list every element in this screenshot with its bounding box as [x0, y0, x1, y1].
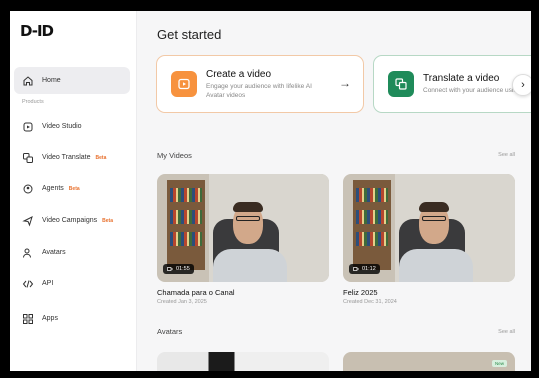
sidebar-item-avatars[interactable]: Avatars [14, 239, 130, 266]
video-title[interactable]: Chamada para o Canal [157, 288, 235, 297]
arrow-right-icon: → [339, 76, 351, 90]
avatar-card[interactable] [157, 352, 329, 371]
card-description: Connect with your audience using their n… [423, 87, 523, 94]
home-icon [23, 75, 33, 85]
beta-badge: Beta [95, 154, 107, 161]
beta-badge: Beta [102, 217, 113, 224]
sidebar-item-api[interactable]: API [14, 270, 130, 297]
video-thumbnail[interactable]: 01:55 [157, 174, 329, 282]
my-videos-heading: My Videos [157, 151, 192, 160]
sidebar-item-label: Agents [42, 185, 64, 192]
agents-icon [23, 184, 33, 193]
beta-badge: Beta [68, 185, 80, 192]
sidebar-section-label: Products [22, 99, 44, 105]
duration-badge: 01:55 [163, 264, 194, 274]
d-id-logo[interactable]: D-ID [20, 22, 54, 44]
sidebar-item-video-studio[interactable]: Video Studio [14, 113, 130, 140]
card-title: Create a video [206, 68, 272, 80]
create-video-icon [171, 71, 197, 97]
video-camera-icon [353, 267, 359, 271]
card-title: Translate a video [423, 73, 500, 84]
main-content: Get started Create a video Engage your a… [137, 11, 531, 371]
sidebar: D-ID Home Products Video Studio Video Tr… [10, 11, 137, 371]
my-videos-see-all-link[interactable]: See all [498, 152, 515, 158]
carousel-next-button[interactable]: › [512, 74, 531, 96]
video-thumbnail[interactable]: 01:12 [343, 174, 515, 282]
sidebar-item-label: Apps [42, 315, 58, 322]
app-window: D-ID Home Products Video Studio Video Tr… [10, 11, 531, 371]
create-video-card[interactable]: Create a video Engage your audience with… [156, 55, 364, 113]
campaigns-icon [22, 215, 33, 226]
avatars-heading: Avatars [157, 327, 183, 336]
video-studio-icon [23, 122, 33, 131]
avatars-see-all-link[interactable]: See all [498, 329, 515, 335]
video-camera-icon [167, 267, 173, 271]
sidebar-item-label: Video Campaigns [42, 217, 98, 224]
sidebar-item-home[interactable]: Home [14, 67, 130, 94]
sidebar-item-label: Video Studio [42, 123, 82, 130]
video-date: Created Jan 3, 2025 [157, 299, 207, 305]
sidebar-item-label: API [42, 280, 54, 287]
video-title[interactable]: Feliz 2025 [343, 288, 378, 297]
sidebar-item-label: Avatars [42, 249, 66, 256]
translate-video-icon [388, 71, 414, 97]
duration-badge: 01:12 [349, 264, 380, 274]
sidebar-item-agents[interactable]: Agents Beta [14, 175, 130, 202]
sidebar-item-video-campaigns[interactable]: Video Campaigns Beta [14, 207, 130, 234]
sidebar-item-label: Video Translate [42, 154, 91, 161]
card-description: Engage your audience with lifelike AI Av… [206, 82, 312, 99]
new-badge: New [491, 360, 507, 367]
sidebar-item-apps[interactable]: Apps [14, 305, 130, 332]
video-date: Created Dec 31, 2024 [343, 299, 397, 305]
apps-icon [23, 313, 33, 324]
page-title: Get started [157, 27, 222, 42]
api-icon [22, 279, 34, 288]
avatars-icon [23, 248, 31, 258]
avatar-card[interactable]: New [343, 352, 515, 371]
translate-icon [23, 152, 33, 163]
translate-video-card[interactable]: Translate a video Connect with your audi… [373, 55, 531, 113]
sidebar-item-video-translate[interactable]: Video Translate Beta [14, 144, 130, 171]
sidebar-item-label: Home [42, 77, 61, 84]
chevron-right-icon: › [521, 79, 525, 91]
